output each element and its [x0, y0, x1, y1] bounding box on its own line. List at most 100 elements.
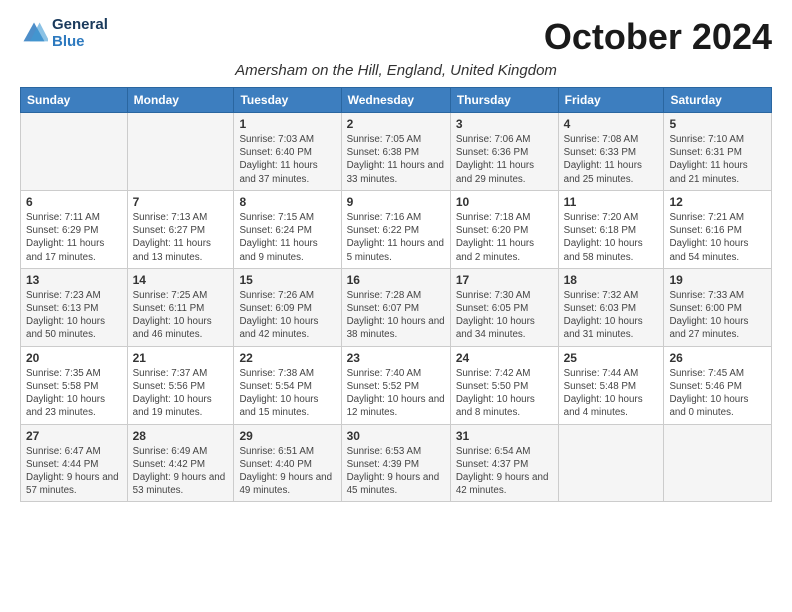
day-number: 7	[133, 195, 229, 209]
day-info: Sunrise: 7:16 AM Sunset: 6:22 PM Dayligh…	[347, 211, 445, 264]
table-row: 22 Sunrise: 7:38 AM Sunset: 5:54 PM Dayli…	[234, 346, 341, 424]
day-number: 4	[564, 117, 659, 131]
day-number: 24	[456, 351, 553, 365]
day-number: 14	[133, 273, 229, 287]
day-number: 19	[669, 273, 766, 287]
calendar-header-row: Sunday Monday Tuesday Wednesday Thursday…	[21, 88, 772, 113]
day-number: 31	[456, 429, 553, 443]
calendar-table: Sunday Monday Tuesday Wednesday Thursday…	[20, 87, 772, 502]
day-number: 26	[669, 351, 766, 365]
table-row: 5 Sunrise: 7:10 AM Sunset: 6:31 PM Daylig…	[664, 113, 772, 191]
day-info: Sunrise: 6:54 AM Sunset: 4:37 PM Dayligh…	[456, 445, 553, 498]
day-info: Sunrise: 7:40 AM Sunset: 5:52 PM Dayligh…	[347, 367, 445, 420]
table-row: 3Sunrise: 7:06 AM Sunset: 6:36 PM Daylig…	[450, 113, 558, 191]
day-number: 5	[669, 117, 766, 131]
day-info: Sunrise: 6:47 AM Sunset: 4:44 PM Dayligh…	[26, 445, 122, 498]
day-number: 8	[239, 195, 335, 209]
table-row: 7Sunrise: 7:13 AM Sunset: 6:27 PM Daylig…	[127, 190, 234, 268]
day-info: Sunrise: 7:32 AM Sunset: 6:03 PM Dayligh…	[564, 289, 659, 342]
table-row: 31 Sunrise: 6:54 AM Sunset: 4:37 PM Dayli…	[450, 424, 558, 502]
day-info: Sunrise: 7:20 AM Sunset: 6:18 PM Dayligh…	[564, 211, 659, 264]
day-info: Sunrise: 7:18 AM Sunset: 6:20 PM Dayligh…	[456, 211, 553, 264]
table-row: 14Sunrise: 7:25 AM Sunset: 6:11 PM Dayli…	[127, 268, 234, 346]
table-row: 16Sunrise: 7:28 AM Sunset: 6:07 PM Dayli…	[341, 268, 450, 346]
table-row: 1 Sunrise: 7:03 AM Sunset: 6:40 PM Daylig…	[234, 113, 341, 191]
day-number: 6	[26, 195, 122, 209]
day-info: Sunrise: 7:44 AM Sunset: 5:48 PM Dayligh…	[564, 367, 659, 420]
table-row: 23 Sunrise: 7:40 AM Sunset: 5:52 PM Dayli…	[341, 346, 450, 424]
table-row: 21 Sunrise: 7:37 AM Sunset: 5:56 PM Dayli…	[127, 346, 234, 424]
day-number: 15	[239, 273, 335, 287]
day-info: Sunrise: 7:30 AM Sunset: 6:05 PM Dayligh…	[456, 289, 553, 342]
day-info: Sunrise: 6:51 AM Sunset: 4:40 PM Dayligh…	[239, 445, 335, 498]
day-info: Sunrise: 7:10 AM Sunset: 6:31 PM Dayligh…	[669, 133, 766, 186]
table-row	[21, 113, 128, 191]
day-info: Sunrise: 7:37 AM Sunset: 5:56 PM Dayligh…	[133, 367, 229, 420]
day-info: Sunrise: 7:21 AM Sunset: 6:16 PM Dayligh…	[669, 211, 766, 264]
col-thursday: Thursday	[450, 88, 558, 113]
table-row: 19 Sunrise: 7:33 AM Sunset: 6:00 PM Dayli…	[664, 268, 772, 346]
page-subtitle: Amersham on the Hill, England, United Ki…	[20, 62, 772, 79]
day-number: 10	[456, 195, 553, 209]
col-saturday: Saturday	[664, 88, 772, 113]
day-number: 9	[347, 195, 445, 209]
table-row: 20 Sunrise: 7:35 AM Sunset: 5:58 PM Dayli…	[21, 346, 128, 424]
day-info: Sunrise: 7:03 AM Sunset: 6:40 PM Dayligh…	[239, 133, 335, 186]
day-number: 1	[239, 117, 335, 131]
calendar-week-row: 1 Sunrise: 7:03 AM Sunset: 6:40 PM Daylig…	[21, 113, 772, 191]
day-number: 18	[564, 273, 659, 287]
page-title: October 2024	[544, 16, 772, 58]
day-info: Sunrise: 7:45 AM Sunset: 5:46 PM Dayligh…	[669, 367, 766, 420]
col-monday: Monday	[127, 88, 234, 113]
day-number: 13	[26, 273, 122, 287]
table-row: 25Sunrise: 7:44 AM Sunset: 5:48 PM Dayli…	[558, 346, 664, 424]
table-row: 28Sunrise: 6:49 AM Sunset: 4:42 PM Dayli…	[127, 424, 234, 502]
table-row: 10 Sunrise: 7:18 AM Sunset: 6:20 PM Dayli…	[450, 190, 558, 268]
day-number: 11	[564, 195, 659, 209]
day-info: Sunrise: 7:23 AM Sunset: 6:13 PM Dayligh…	[26, 289, 122, 342]
day-info: Sunrise: 7:38 AM Sunset: 5:54 PM Dayligh…	[239, 367, 335, 420]
table-row: 11 Sunrise: 7:20 AM Sunset: 6:18 PM Dayli…	[558, 190, 664, 268]
day-info: Sunrise: 7:26 AM Sunset: 6:09 PM Dayligh…	[239, 289, 335, 342]
col-tuesday: Tuesday	[234, 88, 341, 113]
table-row: 30Sunrise: 6:53 AM Sunset: 4:39 PM Dayli…	[341, 424, 450, 502]
day-info: Sunrise: 7:33 AM Sunset: 6:00 PM Dayligh…	[669, 289, 766, 342]
day-number: 22	[239, 351, 335, 365]
page: General Blue October 2024 Amersham on th…	[0, 0, 792, 512]
day-info: Sunrise: 7:08 AM Sunset: 6:33 PM Dayligh…	[564, 133, 659, 186]
table-row: 15 Sunrise: 7:26 AM Sunset: 6:09 PM Dayli…	[234, 268, 341, 346]
table-row: 24 Sunrise: 7:42 AM Sunset: 5:50 PM Dayli…	[450, 346, 558, 424]
header-top: General Blue October 2024	[20, 16, 772, 58]
calendar-week-row: 20 Sunrise: 7:35 AM Sunset: 5:58 PM Dayli…	[21, 346, 772, 424]
table-row	[558, 424, 664, 502]
day-info: Sunrise: 7:42 AM Sunset: 5:50 PM Dayligh…	[456, 367, 553, 420]
day-info: Sunrise: 7:15 AM Sunset: 6:24 PM Dayligh…	[239, 211, 335, 264]
day-number: 28	[133, 429, 229, 443]
table-row: 6 Sunrise: 7:11 AM Sunset: 6:29 PM Daylig…	[21, 190, 128, 268]
calendar-week-row: 6 Sunrise: 7:11 AM Sunset: 6:29 PM Daylig…	[21, 190, 772, 268]
table-row: 17Sunrise: 7:30 AM Sunset: 6:05 PM Dayli…	[450, 268, 558, 346]
calendar-week-row: 27 Sunrise: 6:47 AM Sunset: 4:44 PM Dayli…	[21, 424, 772, 502]
day-number: 27	[26, 429, 122, 443]
logo-icon	[20, 19, 48, 47]
table-row: 26 Sunrise: 7:45 AM Sunset: 5:46 PM Dayli…	[664, 346, 772, 424]
day-info: Sunrise: 7:11 AM Sunset: 6:29 PM Dayligh…	[26, 211, 122, 264]
logo-text: General Blue	[52, 16, 108, 50]
table-row: 27 Sunrise: 6:47 AM Sunset: 4:44 PM Dayli…	[21, 424, 128, 502]
calendar-week-row: 13 Sunrise: 7:23 AM Sunset: 6:13 PM Dayli…	[21, 268, 772, 346]
day-number: 23	[347, 351, 445, 365]
col-friday: Friday	[558, 88, 664, 113]
day-number: 2	[347, 117, 445, 131]
day-number: 21	[133, 351, 229, 365]
day-number: 29	[239, 429, 335, 443]
table-row: 4 Sunrise: 7:08 AM Sunset: 6:33 PM Daylig…	[558, 113, 664, 191]
day-number: 20	[26, 351, 122, 365]
day-number: 16	[347, 273, 445, 287]
calendar-body: 1 Sunrise: 7:03 AM Sunset: 6:40 PM Daylig…	[21, 113, 772, 502]
table-row: 29 Sunrise: 6:51 AM Sunset: 4:40 PM Dayli…	[234, 424, 341, 502]
table-row: 2Sunrise: 7:05 AM Sunset: 6:38 PM Daylig…	[341, 113, 450, 191]
col-wednesday: Wednesday	[341, 88, 450, 113]
table-row: 8 Sunrise: 7:15 AM Sunset: 6:24 PM Daylig…	[234, 190, 341, 268]
table-row: 9 Sunrise: 7:16 AM Sunset: 6:22 PM Daylig…	[341, 190, 450, 268]
day-info: Sunrise: 7:35 AM Sunset: 5:58 PM Dayligh…	[26, 367, 122, 420]
